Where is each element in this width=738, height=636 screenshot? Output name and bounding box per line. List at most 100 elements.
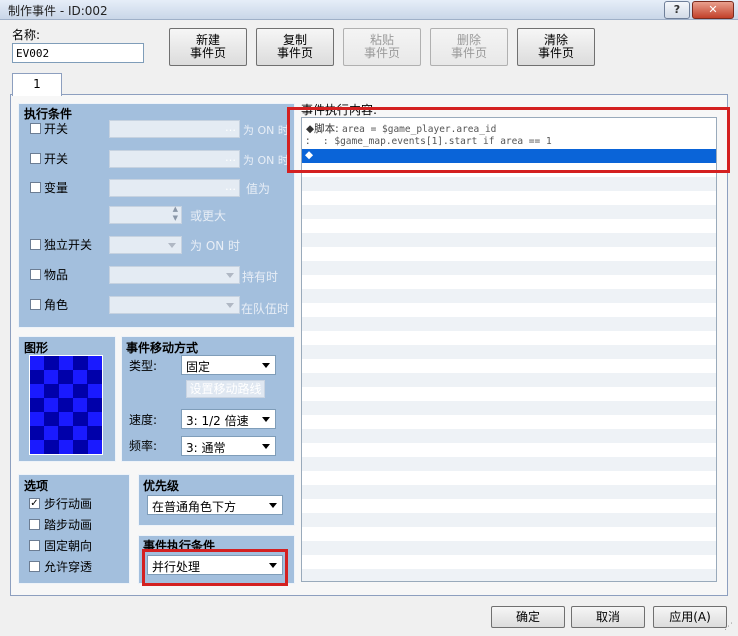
movement-type-select[interactable]: 固定 — [181, 355, 276, 375]
cancel-button[interactable]: 取消 — [571, 606, 645, 628]
empty-list-row[interactable] — [302, 345, 716, 359]
self-switch-select[interactable] — [109, 236, 182, 254]
through-checkbox[interactable] — [29, 561, 40, 572]
empty-list-row[interactable] — [302, 499, 716, 513]
self-switch-checkbox[interactable] — [30, 239, 41, 250]
tab-page-1[interactable]: 1 — [12, 73, 62, 96]
graphic-tile — [87, 440, 102, 454]
new-page-label-2: 事件页 — [189, 46, 226, 60]
empty-list-row[interactable] — [302, 233, 716, 247]
paste-page-button[interactable]: 粘贴 事件页 — [343, 28, 421, 66]
variable-value-spinner[interactable]: ▲ ▼ — [109, 205, 182, 224]
copy-page-button[interactable]: 复制 事件页 — [256, 28, 334, 66]
paste-page-label-2: 事件页 — [363, 46, 400, 60]
graphic-tile — [58, 426, 73, 440]
graphic-tile — [87, 412, 102, 426]
apply-button[interactable]: 应用(A) — [653, 606, 727, 628]
direction-fix-checkbox[interactable] — [29, 540, 40, 551]
switch1-field[interactable]: … — [109, 120, 240, 138]
switch2-field[interactable]: … — [109, 150, 240, 168]
empty-list-row[interactable] — [302, 373, 716, 387]
delete-page-button[interactable]: 删除 事件页 — [430, 28, 508, 66]
empty-list-row[interactable] — [302, 485, 716, 499]
switch1-label: 开关 — [44, 122, 69, 136]
spin-up-icon[interactable]: ▲ — [173, 205, 178, 213]
empty-list-row[interactable] — [302, 541, 716, 555]
ok-button[interactable]: 确定 — [491, 606, 565, 628]
chevron-down-icon — [262, 363, 270, 368]
empty-list-row[interactable] — [302, 275, 716, 289]
movement-speed-select[interactable]: 3: 1/2 倍速 — [181, 409, 276, 429]
close-button[interactable]: ✕ — [692, 1, 734, 19]
new-page-button[interactable]: 新建 事件页 — [169, 28, 247, 66]
event-command-list[interactable]: ◆脚本: area = $game_player.area_id : : $ga… — [301, 117, 717, 582]
empty-list-row[interactable] — [302, 303, 716, 317]
empty-list-row[interactable] — [302, 247, 716, 261]
empty-list-row[interactable] — [302, 191, 716, 205]
movement-freq-label: 频率: — [129, 439, 158, 453]
spin-down-icon[interactable]: ▼ — [173, 214, 178, 222]
graphic-tile — [30, 370, 44, 384]
switch2-checkbox[interactable] — [30, 153, 41, 164]
graphic-tile — [44, 370, 59, 384]
graphic-tile — [44, 356, 59, 370]
graphic-tile — [87, 356, 102, 370]
step-anim-checkbox[interactable] — [29, 519, 40, 530]
item-checkbox[interactable] — [30, 269, 41, 280]
empty-list-row[interactable] — [302, 443, 716, 457]
actor-select[interactable] — [109, 296, 240, 314]
title-bar: 制作事件 - ID:002 ? ✕ — [0, 0, 738, 20]
actor-suffix: 在队伍时 — [241, 302, 290, 316]
help-button[interactable]: ? — [664, 1, 690, 19]
walk-anim-checkbox[interactable]: ✓ — [29, 498, 40, 509]
empty-list-row[interactable] — [302, 331, 716, 345]
set-move-route-button[interactable]: 设置移动路线 — [186, 380, 265, 398]
movement-type-value: 固定 — [186, 360, 211, 374]
graphic-tile — [58, 356, 73, 370]
empty-list-row[interactable] — [302, 359, 716, 373]
empty-list-row[interactable] — [302, 387, 716, 401]
empty-list-row[interactable] — [302, 261, 716, 275]
graphic-tile — [30, 356, 44, 370]
empty-list-row[interactable] — [302, 471, 716, 485]
variable-checkbox[interactable] — [30, 182, 41, 193]
clear-page-label-2: 事件页 — [537, 46, 574, 60]
empty-list-row[interactable] — [302, 569, 716, 581]
priority-select[interactable]: 在普通角色下方 — [147, 495, 283, 515]
graphic-tile — [30, 384, 44, 398]
empty-list-row[interactable] — [302, 219, 716, 233]
movement-speed-value: 3: 1/2 倍速 — [186, 414, 249, 428]
chevron-down-icon — [262, 444, 270, 449]
resize-grip[interactable]: ⋰ — [724, 622, 736, 634]
more-icon: … — [225, 151, 236, 164]
graphic-tile — [87, 426, 102, 440]
empty-list-row[interactable] — [302, 457, 716, 471]
empty-list-row[interactable] — [302, 401, 716, 415]
priority-title: 优先级 — [143, 479, 180, 493]
chevron-down-icon — [168, 243, 176, 248]
item-select[interactable] — [109, 266, 240, 284]
event-graphic-preview[interactable] — [29, 355, 103, 455]
priority-value: 在普通角色下方 — [152, 500, 237, 514]
graphic-tile — [44, 384, 59, 398]
graphic-tile — [58, 370, 73, 384]
empty-list-row[interactable] — [302, 177, 716, 191]
more-icon: … — [225, 121, 236, 134]
name-input[interactable] — [12, 43, 144, 63]
actor-checkbox[interactable] — [30, 299, 41, 310]
empty-list-row[interactable] — [302, 513, 716, 527]
graphic-tile — [58, 440, 73, 454]
variable-field[interactable]: … — [109, 179, 240, 197]
graphic-tile — [44, 440, 59, 454]
empty-list-row[interactable] — [302, 429, 716, 443]
empty-list-row[interactable] — [302, 527, 716, 541]
empty-list-row[interactable] — [302, 415, 716, 429]
empty-list-row[interactable] — [302, 289, 716, 303]
empty-list-row[interactable] — [302, 205, 716, 219]
switch1-checkbox[interactable] — [30, 123, 41, 134]
movement-freq-select[interactable]: 3: 通常 — [181, 436, 276, 456]
clear-page-button[interactable]: 清除 事件页 — [517, 28, 595, 66]
empty-list-row[interactable] — [302, 555, 716, 569]
empty-list-row[interactable] — [302, 317, 716, 331]
item-suffix: 持有时 — [242, 270, 279, 284]
